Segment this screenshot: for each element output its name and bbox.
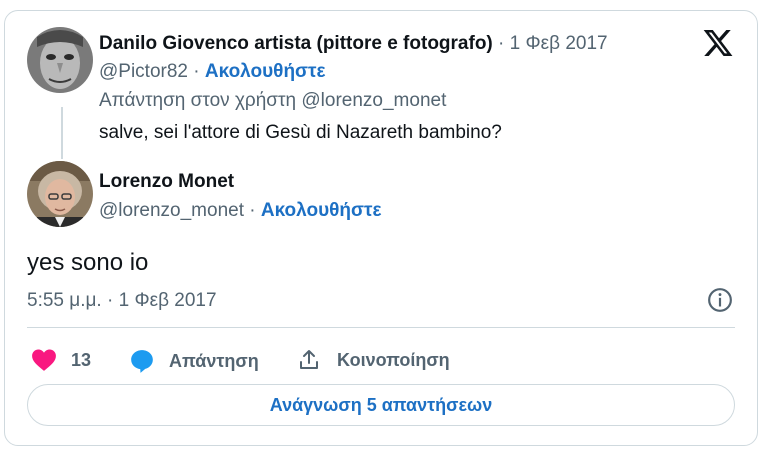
thread-line (61, 107, 63, 159)
like-count: 13 (71, 349, 92, 370)
parent-date[interactable]: 1 Φεβ 2017 (510, 33, 608, 54)
reply-timestamp[interactable]: 5:55 μ.μ. · 1 Φεβ 2017 (27, 290, 217, 312)
divider (27, 327, 735, 328)
avatar-danilo[interactable] (27, 27, 93, 93)
heart-icon (32, 349, 56, 371)
avatar-lorenzo[interactable] (27, 161, 93, 227)
reply-handle[interactable]: @lorenzo_monet (99, 200, 244, 221)
read-replies-button[interactable]: Ανάγνωση 5 απαντήσεων (27, 384, 735, 426)
parent-reply-to[interactable]: Απάντηση στον χρήστη @lorenzo_monet (99, 90, 446, 112)
reply-separator: · (249, 200, 256, 221)
parent-handle[interactable]: @Pictor82 (99, 61, 188, 82)
share-label: Κοινοποίηση (337, 349, 450, 370)
x-logo-icon[interactable] (701, 27, 735, 59)
parent-header: Danilo Giovenco artista (pittore e fotog… (99, 33, 608, 55)
reply-action[interactable]: Απάντηση (129, 348, 259, 374)
speech-bubble-icon (131, 350, 153, 373)
parent-follow-link[interactable]: Ακολουθήστε (205, 61, 326, 82)
parent-tweet-text: salve, sei l'attore di Gesù di Nazareth … (99, 122, 502, 143)
reply-label: Απάντηση (169, 350, 259, 371)
reply-handle-row: @lorenzo_monet · Ακολουθήστε (99, 200, 382, 222)
tweet-embed-card: Danilo Giovenco artista (pittore e fotog… (4, 10, 758, 446)
info-icon[interactable] (707, 287, 733, 313)
share-icon (300, 350, 318, 369)
reply-tweet-text: yes sono io (27, 249, 149, 276)
parent-separator: · (498, 33, 505, 54)
share-action[interactable]: Κοινοποίηση (297, 348, 450, 372)
like-action[interactable]: 13 (31, 348, 91, 372)
parent-handle-row: @Pictor82 · Ακολουθήστε (99, 61, 326, 82)
reply-author-name[interactable]: Lorenzo Monet (99, 171, 234, 193)
parent-author-name[interactable]: Danilo Giovenco artista (pittore e fotog… (99, 33, 493, 54)
reply-follow-link[interactable]: Ακολουθήστε (261, 200, 382, 221)
